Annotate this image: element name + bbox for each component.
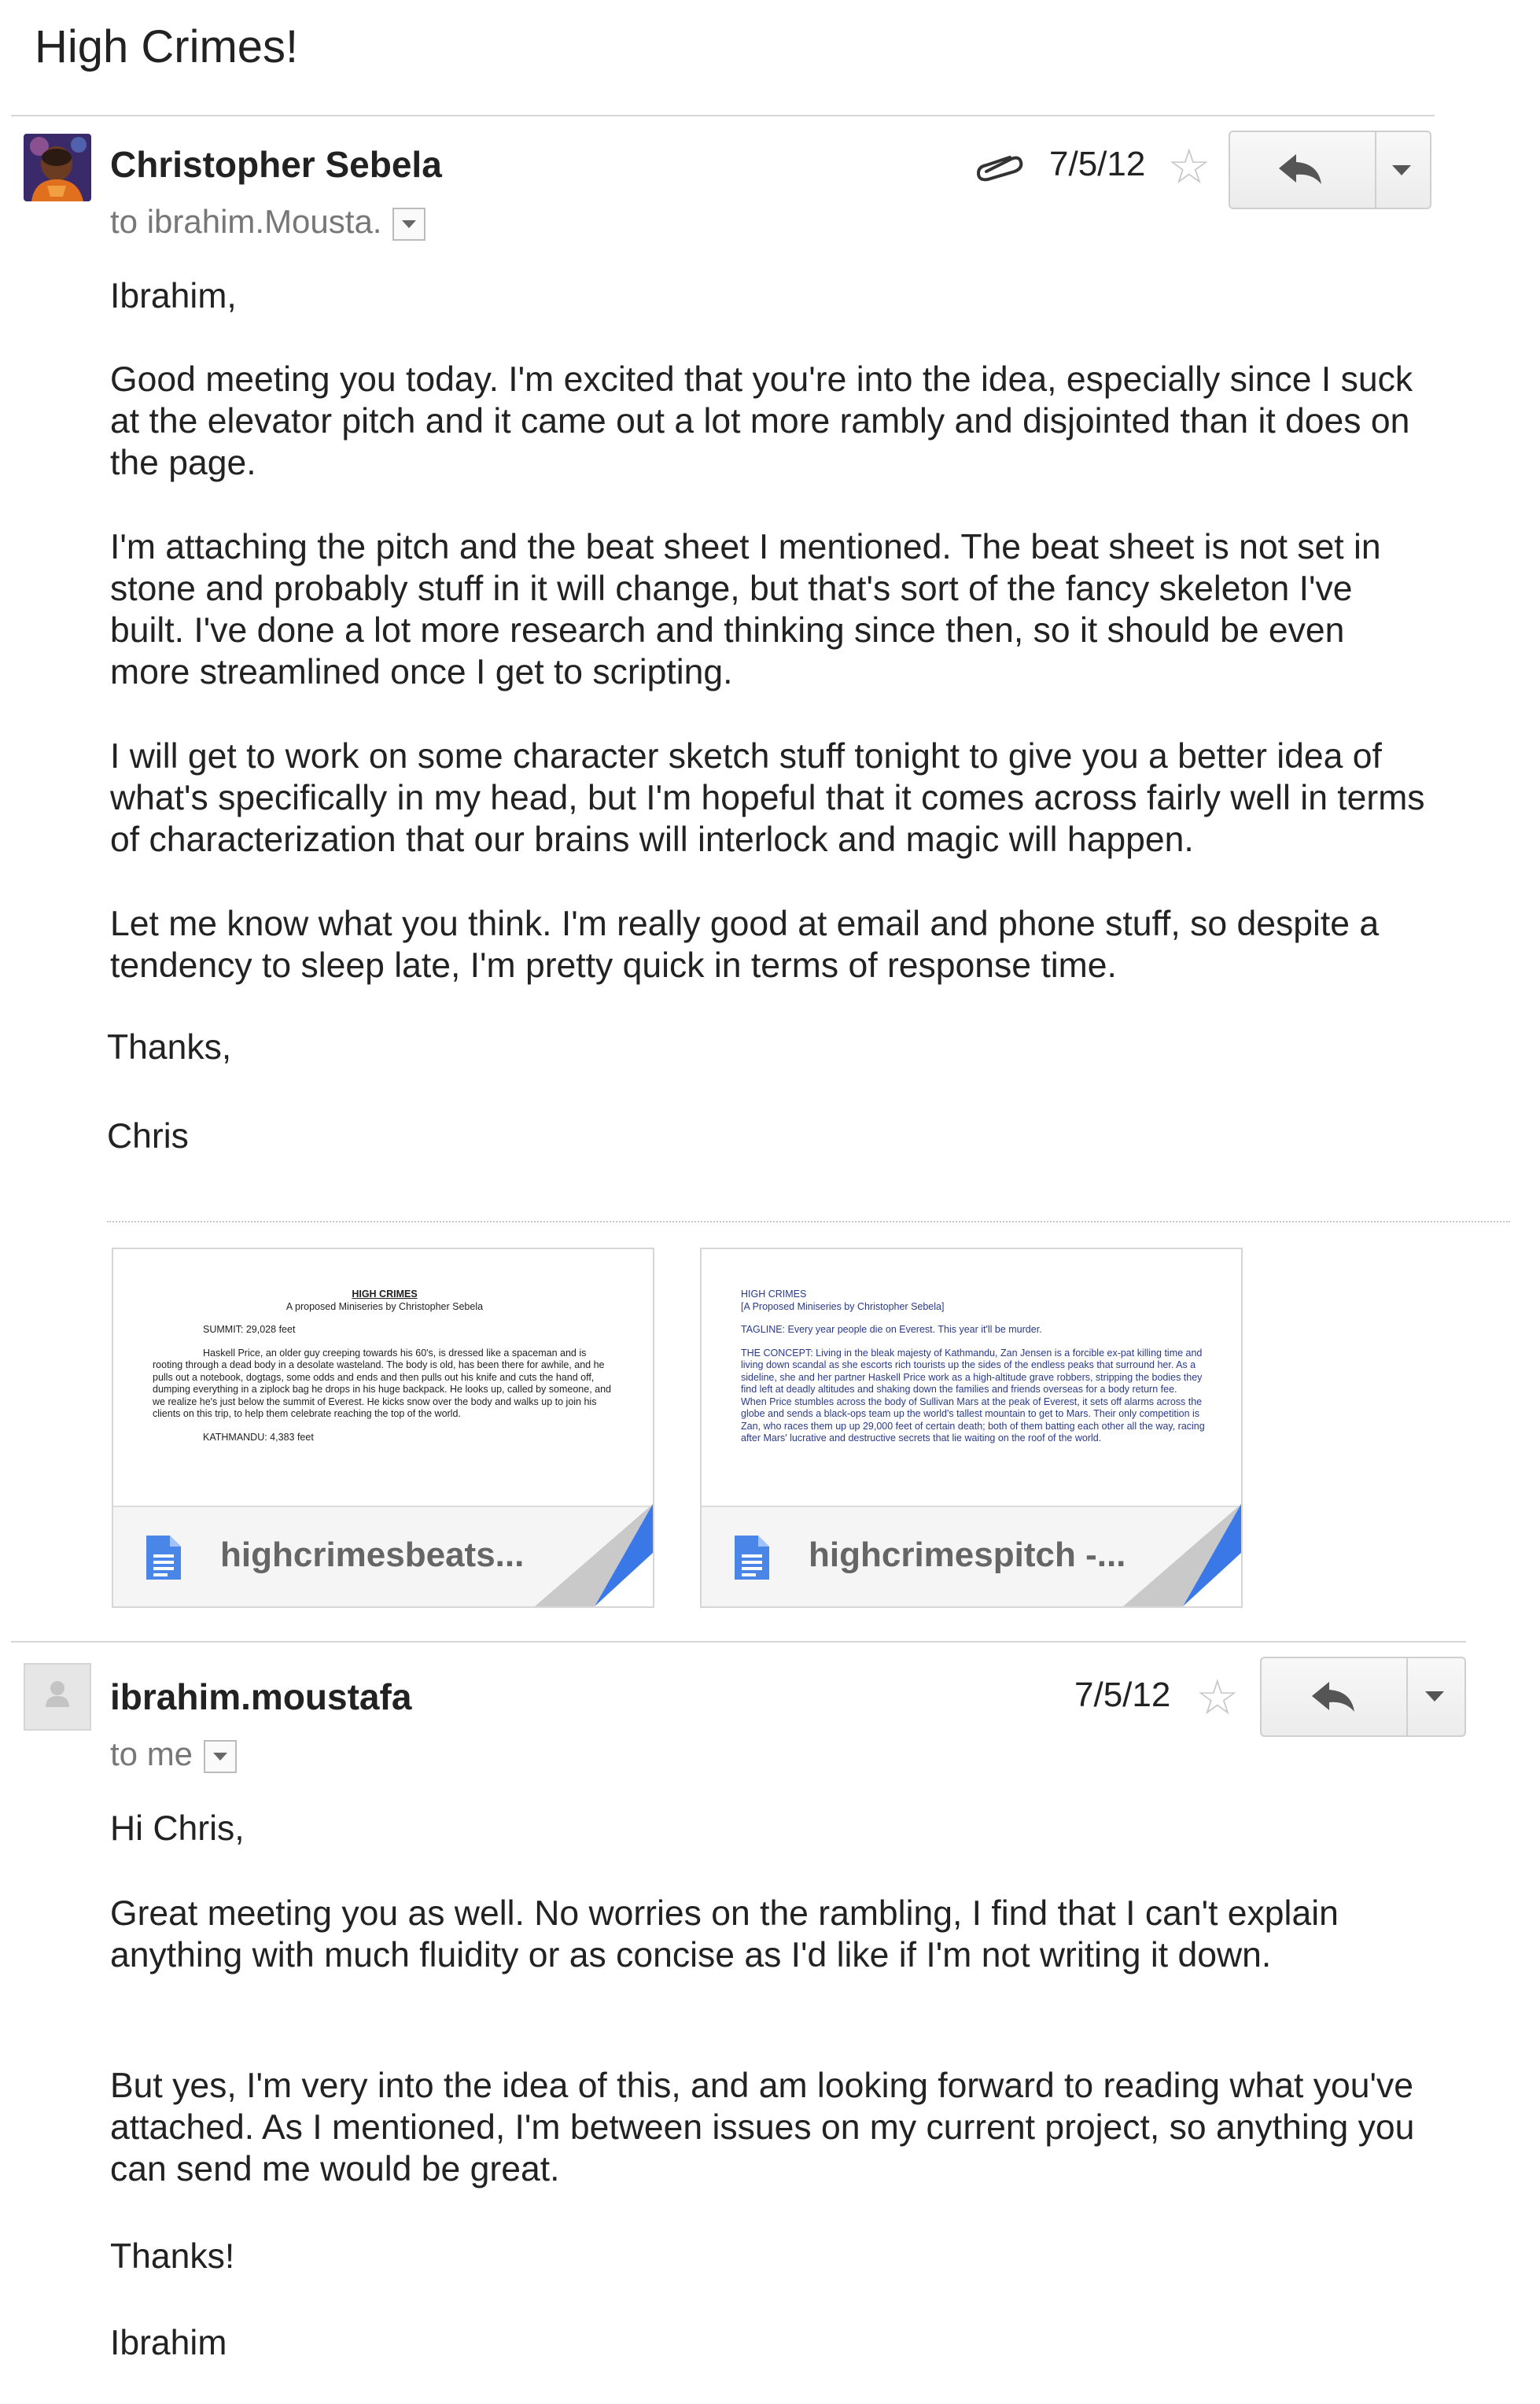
body-paragraph: Let me know what you think. I'm really g… [110,905,1380,985]
more-options-dropdown[interactable] [1392,165,1411,175]
show-details-dropdown[interactable] [204,1739,238,1773]
message-body-p2: Great meeting you as well. No worries on… [110,1893,1431,1976]
preview-title: HIGH CRIMES [741,1289,807,1300]
message-divider [11,1641,1466,1643]
header-divider [11,115,1435,116]
preview-title: HIGH CRIMES [352,1289,418,1300]
message-body: Ibrahim, [110,275,1431,317]
attachment-card[interactable]: HIGH CRIMES A proposed Miniseries by Chr… [112,1248,654,1608]
reply-button[interactable] [1262,1658,1406,1735]
reply-button[interactable] [1230,132,1375,208]
person-icon [46,1681,69,1707]
preview-footer: KATHMANDU: 4,383 feet [203,1431,314,1443]
preview-subtitle: A proposed Miniseries by Christopher Seb… [286,1300,484,1312]
preview-paragraph: Haskell Price, an older guy creeping tow… [153,1347,611,1420]
message-body-p5: Let me know what you think. I'm really g… [110,903,1431,986]
preview-tagline: TAGLINE: Every year people die on Everes… [741,1324,1042,1335]
show-details-dropdown[interactable] [392,207,426,241]
more-options-dropdown[interactable] [1425,1691,1444,1702]
body-paragraph: Great meeting you as well. No worries on… [110,1894,1339,1974]
message-date[interactable]: 7/5/12 [1074,1676,1170,1715]
attachments-divider [107,1221,1510,1222]
reply-arrow-icon [1312,1682,1354,1712]
attachment-preview[interactable]: HIGH CRIMES A proposed Miniseries by Chr… [113,1249,653,1507]
message-body-p2: Good meeting you today. I'm excited that… [110,359,1431,484]
message-signature: Chris [107,1115,189,1157]
reply-button-group [1229,131,1431,209]
reply-arrow-icon [1279,154,1321,184]
google-doc-icon [146,1536,181,1580]
message-signature: Ibrahim [110,2322,227,2364]
message-date[interactable]: 7/5/12 [1049,145,1145,184]
page-fold-icon [535,1504,653,1606]
reply-button-group [1260,1657,1466,1737]
recipient-line: to ibrahim.Mousta. [110,203,426,241]
preview-subtitle: [A Proposed Miniseries by Christopher Se… [741,1300,945,1312]
recipient-text: to ibrahim.Mousta. [110,203,382,240]
sender-name[interactable]: ibrahim.moustafa [110,1676,411,1718]
message-body: Hi Chris, [110,1808,1431,1849]
sender-avatar[interactable] [24,134,91,201]
page-fold-icon [1123,1504,1241,1606]
body-paragraph: Ibrahim, [110,277,237,315]
body-paragraph: Good meeting you today. I'm excited that… [110,360,1413,482]
message-signoff: Thanks! [110,2236,234,2277]
body-paragraph: Thanks! [110,2237,235,2276]
message-body-p3: I'm attaching the pitch and the beat she… [110,526,1431,693]
body-paragraph: Ibrahim [110,2324,227,2362]
recipient-text: to me [110,1735,193,1772]
attachment-filename[interactable]: highcrimespitch -... [809,1536,1126,1575]
message-signoff: Thanks, [107,1027,231,1068]
paperclip-icon [975,148,1024,186]
sender-name[interactable]: Christopher Sebela [110,143,442,186]
preview-heading: SUMMIT: 29,028 feet [203,1324,296,1335]
body-paragraph: Hi Chris, [110,1809,245,1848]
star-icon[interactable]: ☆ [1167,143,1211,192]
body-paragraph: But yes, I'm very into the idea of this,… [110,2067,1415,2188]
attachment-filename[interactable]: highcrimesbeats... [220,1536,524,1575]
preview-paragraph: THE CONCEPT: Living in the bleak majesty… [741,1347,1205,1444]
body-paragraph: Chris [107,1117,189,1156]
google-doc-icon [735,1536,769,1580]
message-body-p3: But yes, I'm very into the idea of this,… [110,2065,1447,2190]
message-body-p4: I will get to work on some character ske… [110,736,1431,861]
email-subject: High Crimes! [35,21,299,72]
attachment-card[interactable]: HIGH CRIMES [A Proposed Miniseries by Ch… [700,1248,1243,1608]
attachment-preview[interactable]: HIGH CRIMES [A Proposed Miniseries by Ch… [702,1249,1241,1507]
body-paragraph: Thanks, [107,1028,232,1067]
recipient-line: to me [110,1735,238,1773]
sender-avatar[interactable] [24,1663,91,1731]
body-paragraph: I will get to work on some character ske… [110,737,1425,859]
body-paragraph: I'm attaching the pitch and the beat she… [110,528,1381,691]
star-icon[interactable]: ☆ [1196,1674,1240,1723]
